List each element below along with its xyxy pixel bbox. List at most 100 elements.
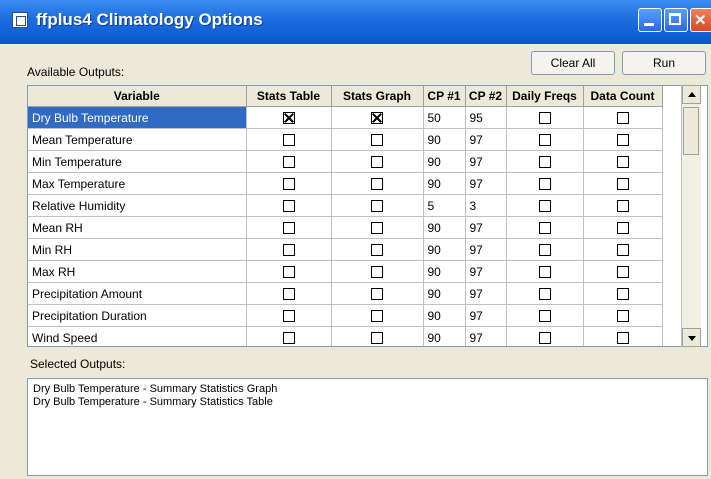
- table-row[interactable]: Mean RH 90 97: [28, 216, 663, 239]
- stats-table-checkbox[interactable]: [282, 200, 295, 213]
- scroll-down-icon[interactable]: [682, 328, 701, 347]
- cp1-cell[interactable]: 90: [423, 326, 466, 346]
- stats-graph-checkbox[interactable]: [371, 310, 383, 323]
- table-row[interactable]: Max Temperature 90 97: [28, 172, 663, 195]
- vertical-scrollbar[interactable]: [681, 85, 701, 347]
- variable-cell[interactable]: Wind Speed: [28, 326, 247, 346]
- stats-table-checkbox[interactable]: [282, 266, 295, 279]
- stats-table-checkbox[interactable]: [282, 288, 295, 301]
- stats-table-checkbox[interactable]: [282, 222, 295, 235]
- variable-cell[interactable]: Dry Bulb Temperature: [28, 106, 247, 129]
- stats-table-checkbox[interactable]: [282, 134, 295, 147]
- cp2-cell[interactable]: 97: [465, 128, 507, 151]
- cp2-cell[interactable]: 95: [465, 106, 507, 129]
- stats-table-checkbox[interactable]: [282, 310, 295, 323]
- data-count-checkbox[interactable]: [616, 244, 629, 257]
- cp1-cell[interactable]: 90: [423, 128, 466, 151]
- cp2-cell[interactable]: 97: [465, 304, 507, 327]
- stats-graph-checkbox[interactable]: [371, 134, 383, 147]
- stats-graph-checkbox[interactable]: [371, 332, 383, 345]
- daily-freqs-checkbox[interactable]: [538, 244, 551, 257]
- stats-table-checkbox[interactable]: [282, 112, 295, 125]
- stats-graph-checkbox[interactable]: [371, 222, 383, 235]
- cp2-cell[interactable]: 97: [465, 238, 507, 261]
- stats-table-checkbox[interactable]: [282, 156, 295, 169]
- data-count-checkbox[interactable]: [616, 178, 629, 191]
- variable-cell[interactable]: Max RH: [28, 260, 247, 283]
- run-button[interactable]: Run: [622, 51, 706, 75]
- selected-outputs-list[interactable]: Dry Bulb Temperature - Summary Statistic…: [27, 378, 708, 476]
- daily-freqs-checkbox[interactable]: [538, 310, 551, 323]
- daily-freqs-checkbox[interactable]: [538, 112, 551, 125]
- variable-cell[interactable]: Mean RH: [28, 216, 247, 239]
- stats-graph-checkbox[interactable]: [371, 200, 383, 213]
- cp1-cell[interactable]: 5: [423, 194, 466, 217]
- daily-freqs-checkbox[interactable]: [538, 288, 551, 301]
- cp1-cell[interactable]: 90: [423, 282, 466, 305]
- column-header[interactable]: Daily Freqs: [506, 86, 584, 107]
- daily-freqs-checkbox[interactable]: [538, 266, 551, 279]
- column-header[interactable]: Stats Graph: [331, 86, 424, 107]
- variable-cell[interactable]: Relative Humidity: [28, 194, 247, 217]
- data-count-checkbox[interactable]: [616, 134, 629, 147]
- scroll-up-icon[interactable]: [682, 85, 701, 104]
- daily-freqs-checkbox[interactable]: [538, 156, 551, 169]
- stats-table-checkbox[interactable]: [282, 244, 295, 257]
- daily-freqs-checkbox[interactable]: [538, 222, 551, 235]
- table-row[interactable]: Min RH 90 97: [28, 238, 663, 261]
- data-count-checkbox[interactable]: [616, 222, 629, 235]
- cp1-cell[interactable]: 50: [423, 106, 466, 129]
- cp2-cell[interactable]: 97: [465, 326, 507, 346]
- stats-graph-checkbox[interactable]: [371, 112, 383, 125]
- variable-cell[interactable]: Mean Temperature: [28, 128, 247, 151]
- data-count-checkbox[interactable]: [616, 288, 629, 301]
- cp2-cell[interactable]: 3: [465, 194, 507, 217]
- table-row[interactable]: Wind Speed 90 97: [28, 326, 663, 346]
- data-count-checkbox[interactable]: [616, 156, 629, 169]
- table-row[interactable]: Precipitation Amount 90 97: [28, 282, 663, 305]
- daily-freqs-checkbox[interactable]: [538, 200, 551, 213]
- title-bar[interactable]: ffplus4 Climatology Options: [0, 0, 711, 44]
- stats-graph-checkbox[interactable]: [371, 266, 383, 279]
- stats-table-checkbox[interactable]: [282, 178, 295, 191]
- column-header[interactable]: Data Count: [583, 86, 663, 107]
- cp2-cell[interactable]: 97: [465, 172, 507, 195]
- column-header[interactable]: Variable: [28, 86, 247, 107]
- column-header[interactable]: Stats Table: [246, 86, 332, 107]
- scroll-thumb[interactable]: [683, 107, 699, 155]
- data-count-checkbox[interactable]: [616, 112, 629, 125]
- cp1-cell[interactable]: 90: [423, 172, 466, 195]
- cp2-cell[interactable]: 97: [465, 216, 507, 239]
- cp1-cell[interactable]: 90: [423, 216, 466, 239]
- table-row[interactable]: Dry Bulb Temperature 50 95: [28, 106, 663, 129]
- variable-cell[interactable]: Precipitation Amount: [28, 282, 247, 305]
- cp2-cell[interactable]: 97: [465, 150, 507, 173]
- table-row[interactable]: Max RH 90 97: [28, 260, 663, 283]
- minimize-icon[interactable]: [638, 8, 662, 32]
- column-header[interactable]: CP #2: [465, 86, 507, 107]
- data-count-checkbox[interactable]: [616, 332, 629, 345]
- stats-graph-checkbox[interactable]: [371, 156, 383, 169]
- cp1-cell[interactable]: 90: [423, 304, 466, 327]
- variable-cell[interactable]: Max Temperature: [28, 172, 247, 195]
- cp2-cell[interactable]: 97: [465, 282, 507, 305]
- maximize-icon[interactable]: [664, 8, 688, 32]
- stats-graph-checkbox[interactable]: [371, 178, 383, 191]
- table-row[interactable]: Precipitation Duration 90 97: [28, 304, 663, 327]
- variable-cell[interactable]: Precipitation Duration: [28, 304, 247, 327]
- daily-freqs-checkbox[interactable]: [538, 134, 551, 147]
- cp2-cell[interactable]: 97: [465, 260, 507, 283]
- daily-freqs-checkbox[interactable]: [538, 178, 551, 191]
- column-header[interactable]: CP #1: [423, 86, 466, 107]
- data-count-checkbox[interactable]: [616, 310, 629, 323]
- table-row[interactable]: Min Temperature 90 97: [28, 150, 663, 173]
- data-count-checkbox[interactable]: [616, 266, 629, 279]
- cp1-cell[interactable]: 90: [423, 238, 466, 261]
- stats-graph-checkbox[interactable]: [371, 244, 383, 257]
- cp1-cell[interactable]: 90: [423, 260, 466, 283]
- data-count-checkbox[interactable]: [616, 200, 629, 213]
- daily-freqs-checkbox[interactable]: [538, 332, 551, 345]
- clear-all-button[interactable]: Clear All: [531, 51, 615, 75]
- variable-cell[interactable]: Min Temperature: [28, 150, 247, 173]
- stats-table-checkbox[interactable]: [282, 332, 295, 345]
